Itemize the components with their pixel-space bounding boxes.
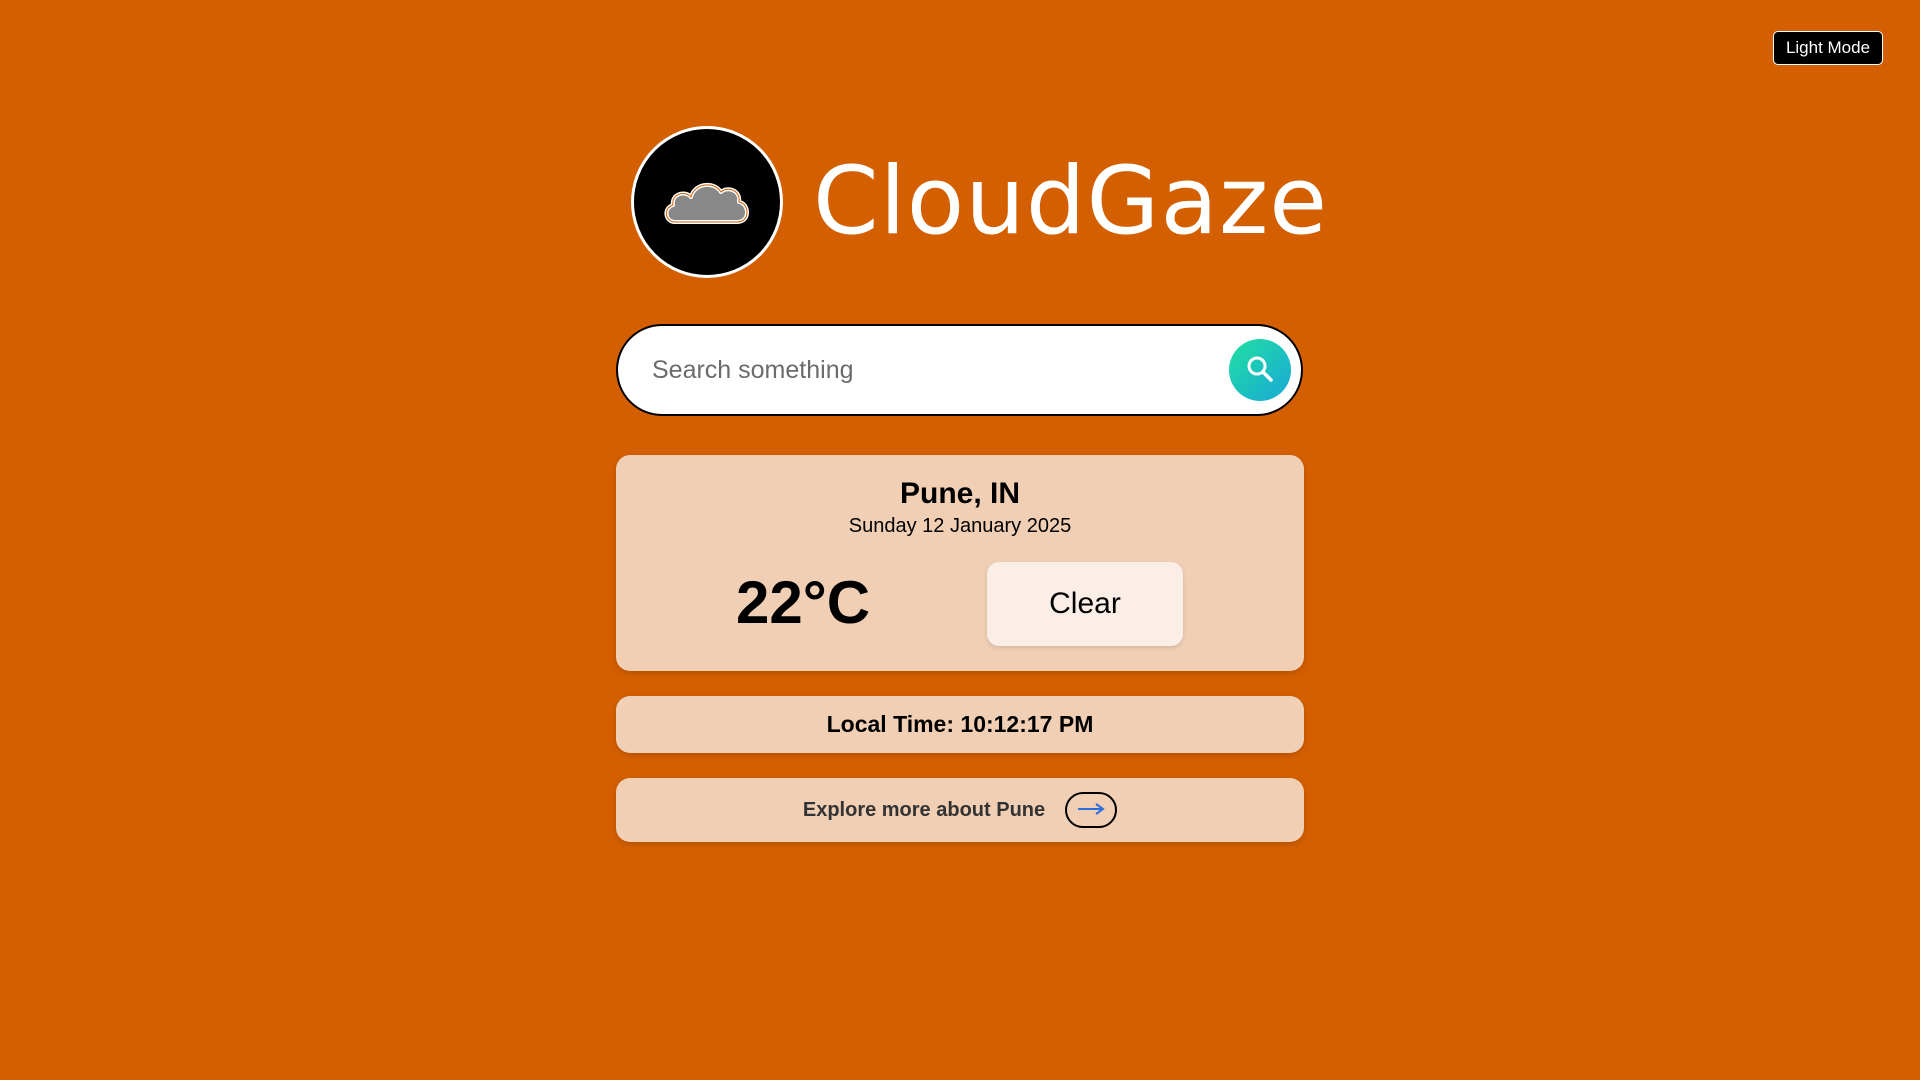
light-mode-toggle[interactable]: Light Mode (1773, 31, 1883, 65)
app-title: CloudGaze (813, 147, 1329, 256)
weather-card: Pune, IN Sunday 12 January 2025 22°C Cle… (616, 455, 1304, 671)
search-icon (1245, 354, 1275, 387)
weather-condition-badge: Clear (987, 562, 1183, 646)
logo (631, 126, 783, 278)
local-time-card: Local Time: 10:12:17 PM (616, 696, 1304, 753)
search-button[interactable] (1229, 339, 1291, 401)
local-time: Local Time: 10:12:17 PM (826, 711, 1094, 737)
temperature: 22°C (736, 569, 871, 636)
arrow-right-icon (1076, 802, 1106, 819)
search-input[interactable] (650, 354, 1229, 386)
explore-arrow-button[interactable] (1065, 792, 1118, 828)
explore-label: Explore more about Pune (802, 798, 1046, 821)
brand-header: CloudGaze (631, 126, 1328, 278)
search-bar (616, 324, 1303, 416)
city-name: Pune, IN (899, 477, 1020, 510)
current-date: Sunday 12 January 2025 (848, 515, 1072, 537)
cloud-icon (661, 172, 753, 233)
explore-card[interactable]: Explore more about Pune (616, 778, 1304, 842)
